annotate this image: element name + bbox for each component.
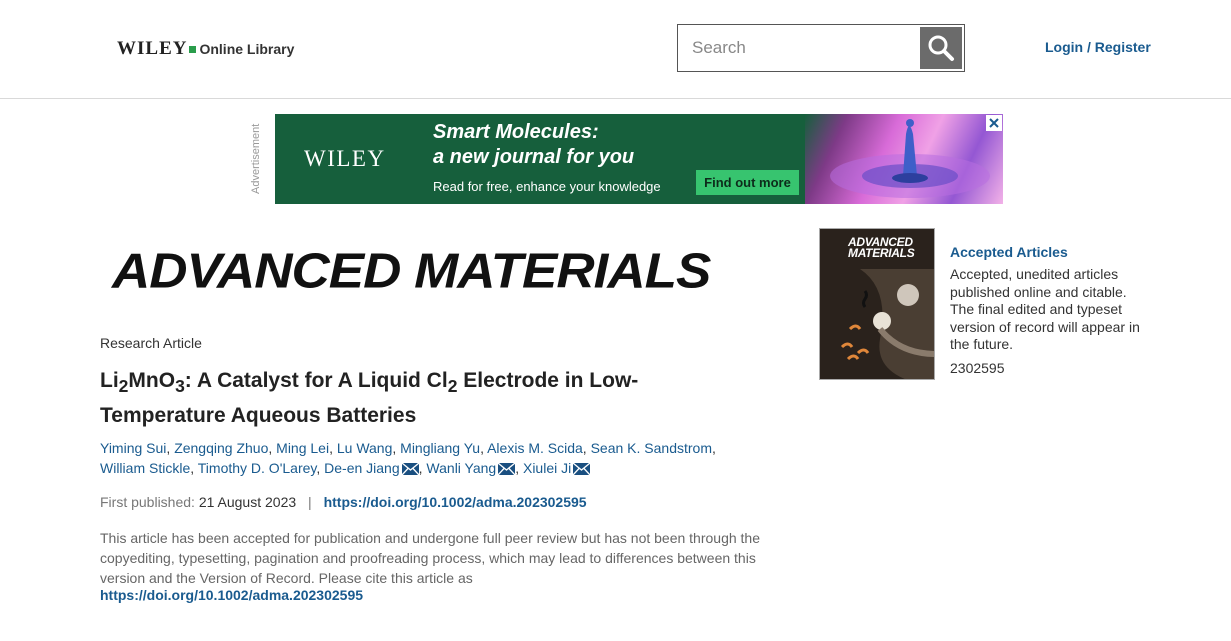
accepted-articles-description: Accepted, unedited articles published on… <box>950 266 1140 352</box>
cover-journal-title: ADVANCED MATERIALS <box>848 235 915 260</box>
author-link[interactable]: De-en Jiang <box>324 460 400 476</box>
logo-wiley-text: WILEY <box>117 38 188 59</box>
journal-cover-image[interactable]: ADVANCED MATERIALS <box>819 228 935 380</box>
author-list: Yiming Sui, Zengqing Zhuo, Ming Lei, Lu … <box>100 440 716 476</box>
author-link[interactable]: Timothy D. O'Larey <box>198 460 317 476</box>
article-title: Li2MnO3: A Catalyst for A Liquid Cl2 Ele… <box>100 366 720 431</box>
title-part: MnO <box>128 369 176 392</box>
ad-headline: Smart Molecules: a new journal for you <box>433 121 635 168</box>
search-input[interactable] <box>679 26 919 70</box>
author-link[interactable]: Mingliang Yu <box>400 440 480 456</box>
close-icon <box>989 118 999 128</box>
journal-title[interactable]: ADVANCED MATERIALS <box>112 246 711 298</box>
author-link[interactable]: Sean K. Sandstrom <box>591 440 712 456</box>
title-subscript: 2 <box>447 376 458 397</box>
ad-wiley-logo: WILEY <box>304 146 386 171</box>
title-part: : A Catalyst for A Liquid Cl <box>184 369 448 392</box>
login-register-link[interactable]: Login / Register <box>1045 39 1151 55</box>
logo-green-square <box>189 46 197 53</box>
accepted-article-notice: This article has been accepted for publi… <box>100 530 760 586</box>
envelope-icon[interactable] <box>573 463 591 475</box>
water-drop-illustration <box>830 119 990 198</box>
ad-water-drop-image <box>805 114 1003 204</box>
title-subscript: 2 <box>118 376 129 397</box>
author-link[interactable]: Xiulei Ji <box>523 460 571 476</box>
author-link[interactable]: William Stickle <box>100 460 190 476</box>
search-button[interactable] <box>920 27 962 69</box>
accepted-articles-link[interactable]: Accepted Articles <box>950 244 1068 260</box>
article-type: Research Article <box>100 335 202 351</box>
author-link[interactable]: Wanli Yang <box>426 460 496 476</box>
publication-info: First published: 21 August 2023 | https:… <box>100 494 587 510</box>
search-box <box>677 24 965 72</box>
author-link[interactable]: Lu Wang <box>337 440 393 456</box>
ad-close-button[interactable] <box>986 115 1002 131</box>
separator: | <box>308 494 312 510</box>
advertisement-label: Advertisement <box>250 123 262 195</box>
ad-subtext: Read for free, enhance your knowledge <box>433 179 661 194</box>
author-link[interactable]: Zengqing Zhuo <box>174 440 268 456</box>
advertisement-banner[interactable]: WILEY Smart Molecules: a new journal for… <box>275 114 1003 204</box>
title-part: Li <box>100 369 119 392</box>
wiley-online-library-logo[interactable]: WILEY Online Library <box>117 38 294 60</box>
envelope-icon[interactable] <box>498 463 516 475</box>
site-header: WILEY Online Library Login / Register <box>0 0 1231 99</box>
title-subscript: 3 <box>175 376 185 397</box>
author-link[interactable]: Ming Lei <box>276 440 329 456</box>
search-icon <box>928 35 954 61</box>
author-link[interactable]: Yiming Sui <box>100 440 166 456</box>
article-number: 2302595 <box>950 360 1005 376</box>
envelope-icon[interactable] <box>401 463 419 475</box>
doi-link[interactable]: https://doi.org/10.1002/adma.202302595 <box>324 494 587 510</box>
author-link[interactable]: Alexis M. Scida <box>487 440 583 456</box>
ad-find-out-more-button[interactable]: Find out more <box>696 170 799 195</box>
first-published-label: First published: <box>100 494 195 510</box>
first-published-date: 21 August 2023 <box>198 494 297 510</box>
logo-online-library-text: Online Library <box>199 41 295 57</box>
notice-doi-link[interactable]: https://doi.org/10.1002/adma.202302595 <box>100 587 363 603</box>
